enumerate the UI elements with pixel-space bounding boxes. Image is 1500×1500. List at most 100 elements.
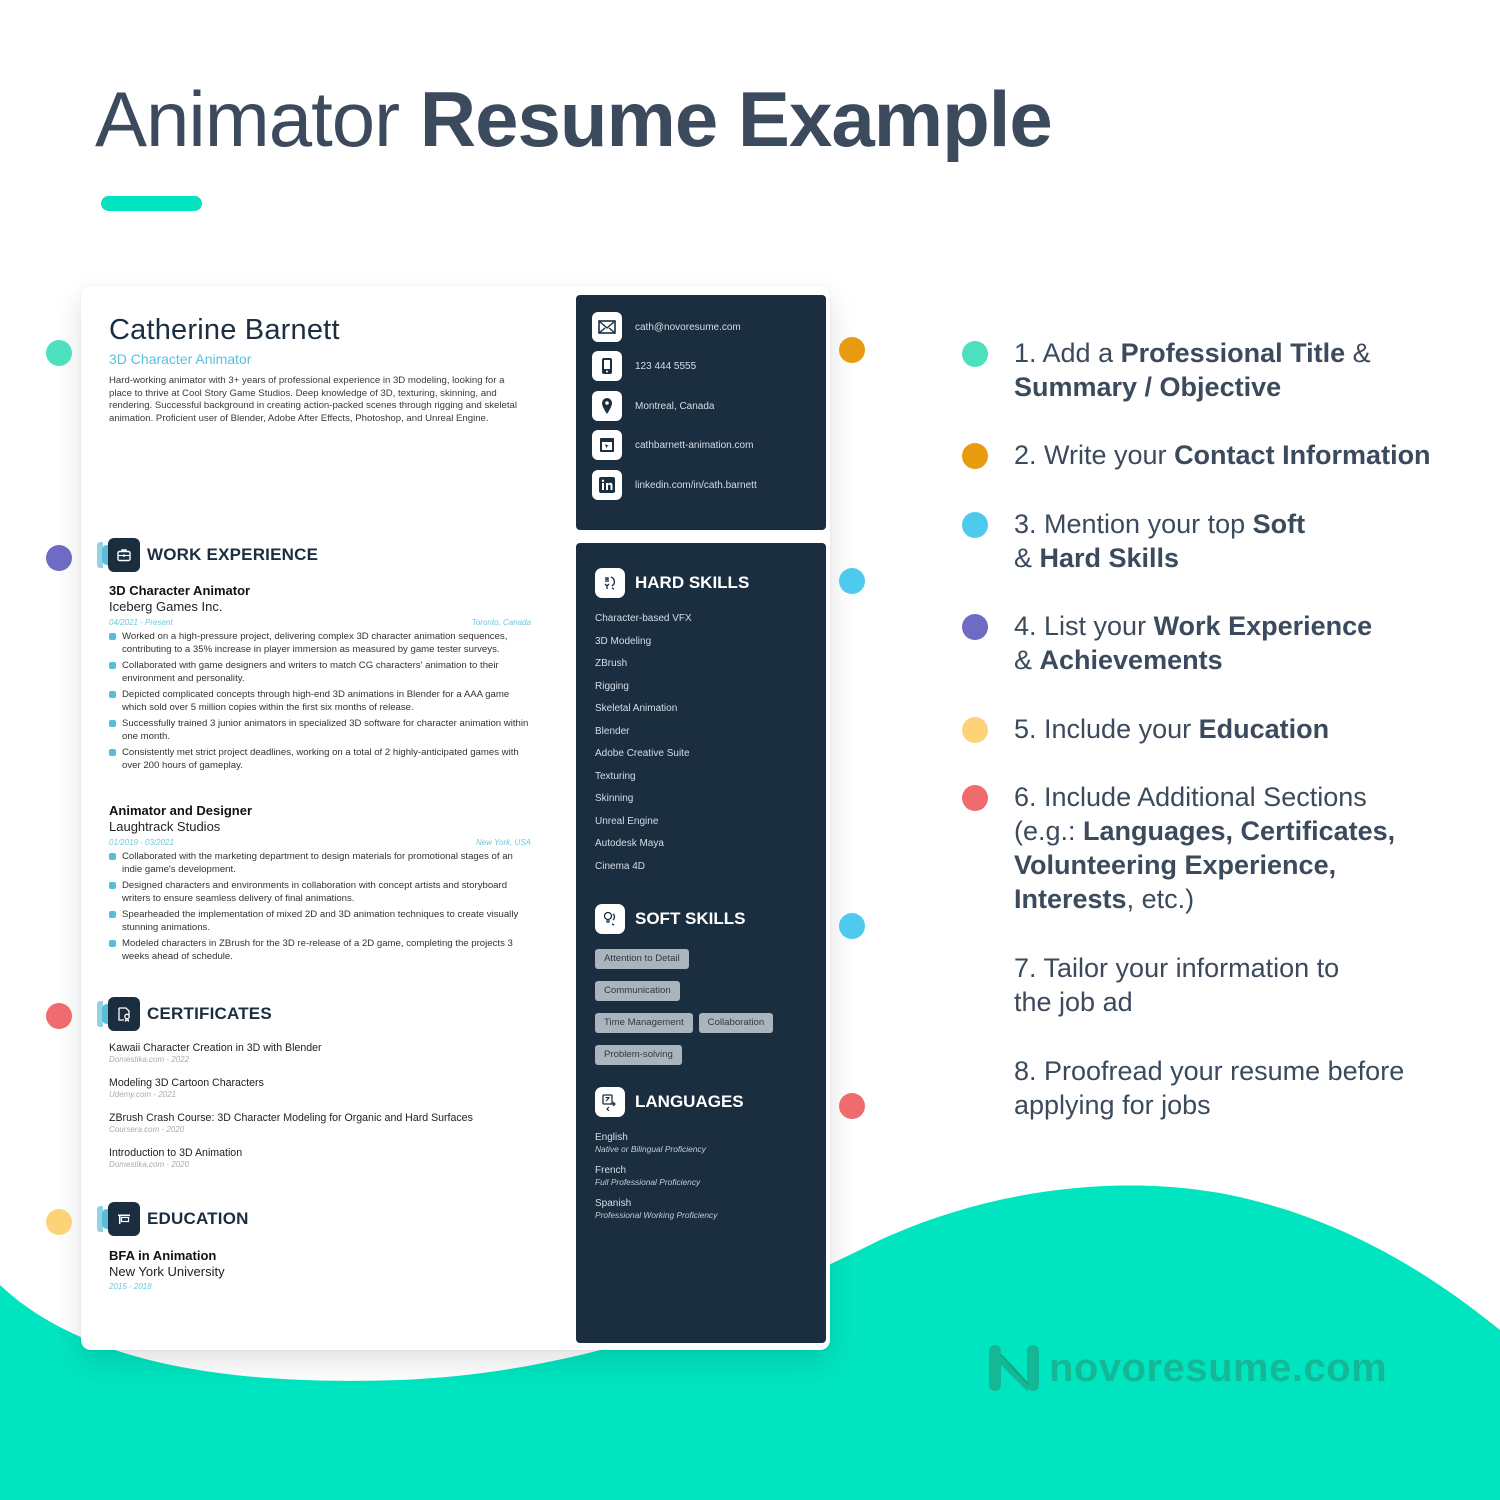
hard-skill-item: Character-based VFX — [595, 613, 692, 624]
hard-skill-item: Skeletal Animation — [595, 703, 678, 714]
section-education: EDUCATION — [97, 1202, 249, 1236]
marker-languages — [839, 1093, 865, 1119]
marker-hard-skills — [839, 568, 865, 594]
tip-text-bold: Education — [1198, 714, 1330, 744]
tip-text-bold: Contact Information — [1174, 440, 1431, 470]
hard-skill-item: Adobe Creative Suite — [595, 748, 690, 759]
language-level: Professional Working Proficiency — [595, 1210, 718, 1220]
tip-text-regular: & — [1345, 338, 1371, 368]
certificate-name: Modeling 3D Cartoon Characters — [109, 1077, 264, 1089]
language-level: Native or Bilingual Proficiency — [595, 1144, 706, 1154]
bullet-icon — [109, 662, 116, 669]
tip-text: 2. Write your Contact Information — [1014, 438, 1484, 472]
tip-text-bold: Professional Title — [1120, 338, 1346, 368]
certificate-source: Domestika.com - 2022 — [109, 1055, 190, 1064]
contact-phone[interactable]: 123 444 5555 — [592, 351, 696, 381]
language-name: English — [595, 1132, 628, 1143]
tip-text-regular: 4. List your — [1014, 611, 1154, 641]
brand-logo[interactable]: novoresume.com — [987, 1343, 1387, 1393]
skills-panel: HARD SKILLS Character-based VFX 3D Model… — [576, 543, 826, 1343]
job-bullet: Successfully trained 3 junior animators … — [109, 718, 531, 743]
graduation-icon — [108, 1202, 140, 1236]
tip-text: 3. Mention your top Soft & Hard Skills — [1014, 507, 1314, 575]
tip-text-bold: Soft — [1252, 509, 1306, 539]
section-hard-skills: HARD SKILLS — [595, 568, 749, 598]
title-light: Animator — [95, 75, 400, 163]
certificate-source: Domestika.com - 2020 — [109, 1160, 190, 1169]
tip-text-bold: Hard Skills — [1039, 543, 1180, 573]
marker-education — [46, 1209, 72, 1235]
soft-skills-list: Attention to Detail Communication Time M… — [595, 949, 815, 1065]
title-underline — [101, 196, 202, 211]
language-name: French — [595, 1165, 627, 1176]
tip-marker-icon — [962, 512, 988, 538]
bullet-icon — [109, 691, 116, 698]
tip-text-regular: 2. Write your — [1014, 440, 1175, 470]
contact-website[interactable]: cathbarnett-animation.com — [592, 430, 753, 460]
marker-certificates — [46, 1003, 72, 1029]
language-level: Full Professional Proficiency — [595, 1177, 701, 1187]
language-name: Spanish — [595, 1198, 632, 1209]
location-icon — [592, 391, 622, 421]
section-languages: LANGUAGES — [595, 1087, 744, 1117]
tip-text: 6. Include Additional Sections (e.g.: La… — [1014, 780, 1414, 916]
section-title: HARD SKILLS — [635, 573, 750, 592]
job-bullet: Collaborated with game designers and wri… — [109, 660, 531, 685]
marker-contact — [839, 337, 865, 363]
education-dates: 2015 - 2018 — [109, 1282, 152, 1291]
soft-skill-tag: Communication — [595, 981, 680, 1001]
marker-soft-skills — [839, 913, 865, 939]
job-meta: 01/2019 - 03/2021 New York, USA — [109, 837, 531, 849]
resume-summary: Hard-working animator with 3+ years of p… — [109, 375, 517, 424]
bullet-text: Consistently met strict project deadline… — [122, 747, 519, 771]
bullet-text: Collaborated with the marketing departme… — [122, 851, 513, 875]
bullet-icon — [109, 633, 116, 640]
tip-text: 1. Add a Professional Title & Summary / … — [1014, 336, 1484, 404]
job-bullets: Collaborated with the marketing departme… — [109, 851, 531, 963]
section-title: LANGUAGES — [635, 1092, 744, 1111]
job-bullet: Depicted complicated concepts through hi… — [109, 689, 531, 714]
tip-text-regular: & — [1014, 645, 1040, 675]
section-soft-skills: SOFT SKILLS — [595, 904, 746, 934]
marker-work-experience — [46, 545, 72, 571]
bullet-icon — [109, 853, 116, 860]
certificate-item: Kawaii Character Creation in 3D with Ble… — [109, 1042, 529, 1065]
contact-location[interactable]: Montreal, Canada — [592, 391, 715, 421]
education-degree: BFA in Animation — [109, 1248, 217, 1263]
contact-email[interactable]: cath@novoresume.com — [592, 312, 741, 342]
soft-skills-icon — [595, 904, 625, 934]
language-item: English Native or Bilingual Proficiency — [595, 1131, 717, 1155]
language-item: Spanish Professional Working Proficiency — [595, 1197, 717, 1221]
tip-text: 5. Include your Education — [1014, 712, 1484, 746]
soft-skill-tag: Problem-solving — [595, 1045, 682, 1065]
page-title: Animator Resume Example — [95, 74, 1053, 164]
bullet-text: Spearheaded the implementation of mixed … — [122, 909, 519, 933]
job-meta: 04/2021 - Present Toronto, Canada — [109, 617, 531, 629]
hard-skill-item: Cinema 4D — [595, 860, 646, 872]
language-item: French Full Professional Proficiency — [595, 1164, 717, 1188]
job-dates: 04/2021 - Present — [109, 618, 173, 627]
hard-skills-icon — [595, 568, 625, 598]
hard-skill-item: Texturing — [595, 770, 636, 782]
hard-skills-list: Character-based VFX 3D Modeling ZBrush R… — [595, 612, 692, 882]
bullet-icon — [109, 940, 116, 947]
job-bullet: Worked on a high-pressure project, deliv… — [109, 631, 531, 656]
phone-icon — [592, 351, 622, 381]
job-bullets: Worked on a high-pressure project, deliv… — [109, 631, 531, 772]
bullet-icon — [109, 720, 116, 727]
hard-skill-item: Skinning — [595, 793, 634, 804]
job-bullet: Collaborated with the marketing departme… — [109, 851, 531, 876]
brand-name: novoresume.com — [1049, 1345, 1388, 1390]
resume-name: Catherine Barnett — [109, 314, 340, 346]
languages-icon — [595, 1087, 625, 1117]
marker-summary — [46, 340, 72, 366]
job-location: New York, USA — [476, 838, 531, 847]
certificate-source: Udemy.com - 2021 — [109, 1090, 176, 1099]
section-certificates: CERTIFICATES — [97, 997, 272, 1031]
job-bullet: Consistently met strict project deadline… — [109, 747, 531, 772]
job-entry: 3D Character Animator Iceberg Games Inc.… — [109, 583, 531, 776]
contact-linkedin[interactable]: linkedin.com/in/cath.barnett — [592, 470, 757, 500]
certificate-icon — [108, 997, 140, 1031]
briefcase-icon — [108, 538, 140, 572]
title-bold: Resume Example — [419, 75, 1053, 163]
